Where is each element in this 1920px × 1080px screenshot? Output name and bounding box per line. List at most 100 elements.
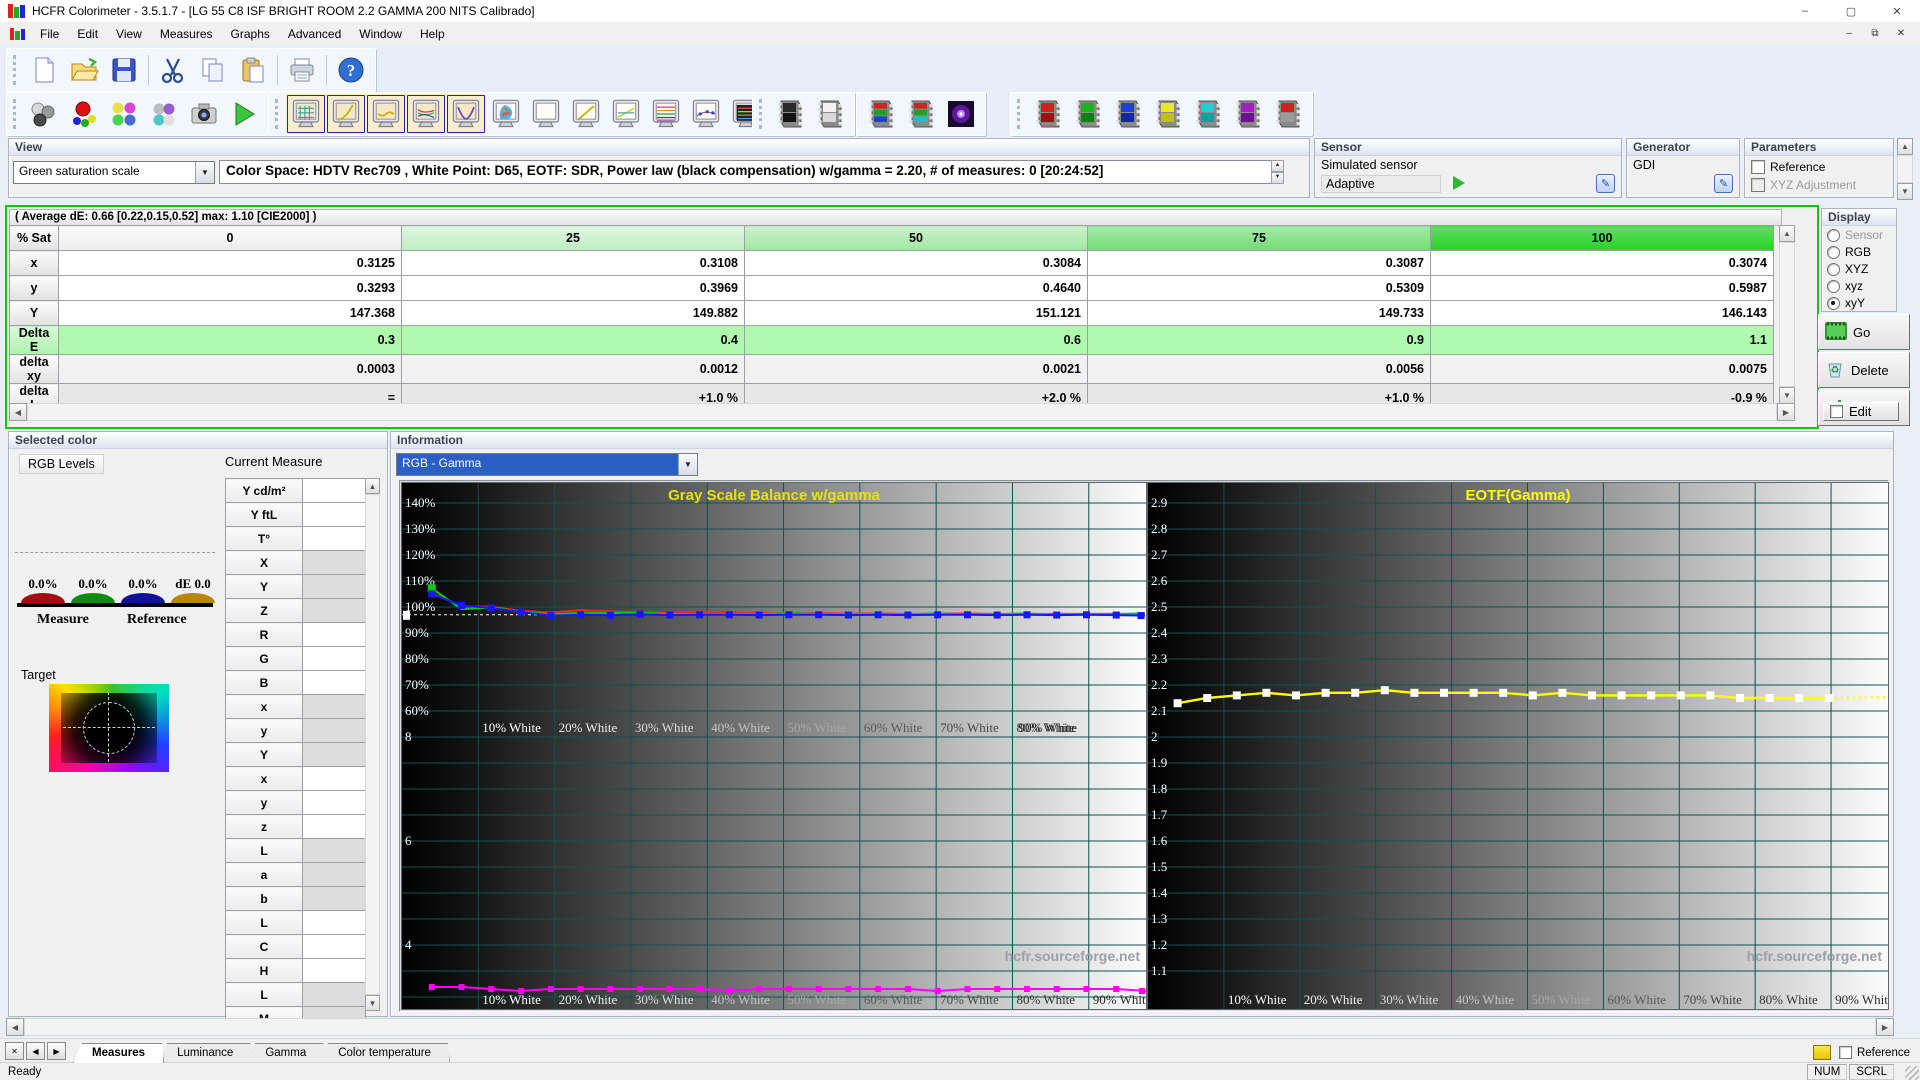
- reference-toggle-row[interactable]: Reference: [1839, 1046, 1910, 1059]
- rgb-pattern-alt-icon[interactable]: [901, 94, 941, 134]
- radio-xyz[interactable]: [1827, 263, 1840, 276]
- rainbow-lines-view-icon[interactable]: [646, 94, 686, 134]
- menu-measures[interactable]: Measures: [151, 23, 222, 45]
- tab-nav-button-2[interactable]: ▶: [47, 1042, 66, 1060]
- nearblack-curve-view-icon[interactable]: [366, 94, 406, 134]
- rgb-pattern-icon[interactable]: [861, 94, 901, 134]
- minimize-button[interactable]: –: [1782, 0, 1828, 22]
- paste-icon[interactable]: [233, 50, 273, 90]
- mdi-restore-button[interactable]: ⧉: [1862, 25, 1888, 43]
- mdi-close-button[interactable]: ✕: [1888, 25, 1914, 43]
- measure-points-view-icon[interactable]: [686, 94, 726, 134]
- multi-lines-view-icon[interactable]: [606, 94, 646, 134]
- multi-pattern-icon[interactable]: [1268, 94, 1308, 134]
- radio-xyy[interactable]: [1827, 297, 1840, 310]
- table-vscrollbar[interactable]: ▲ ▼: [1779, 225, 1795, 400]
- reference-checkbox[interactable]: [1751, 160, 1765, 174]
- grid-view-icon[interactable]: [286, 94, 326, 134]
- tab-measures[interactable]: Measures: [73, 1043, 164, 1063]
- maximize-button[interactable]: ▢: [1828, 0, 1874, 22]
- saturations-measure-icon[interactable]: [104, 94, 144, 134]
- table-hscrollbar[interactable]: ◀ ▶: [9, 403, 1795, 419]
- menu-help[interactable]: Help: [411, 23, 454, 45]
- close-button[interactable]: ✕: [1874, 0, 1920, 22]
- print-icon[interactable]: [282, 50, 322, 90]
- gamma-line-view-icon[interactable]: [566, 94, 606, 134]
- menu-file[interactable]: File: [31, 23, 68, 45]
- view-preset-combo[interactable]: Green saturation scale ▼: [13, 161, 215, 184]
- mdi-minimize-button[interactable]: –: [1836, 25, 1862, 43]
- continuous-measure-icon[interactable]: [144, 94, 184, 134]
- sensor-run-icon[interactable]: [1453, 176, 1465, 190]
- display-option-xyz[interactable]: xyz: [1827, 279, 1883, 293]
- sensor-edit-icon[interactable]: ✎: [1596, 174, 1615, 193]
- target-color-swatch[interactable]: [49, 684, 169, 772]
- radio-xyz[interactable]: [1827, 280, 1840, 293]
- reference-checkbox-row[interactable]: Reference: [1751, 160, 1825, 174]
- menu-advanced[interactable]: Advanced: [279, 23, 350, 45]
- delete-button[interactable]: ♻Delete: [1818, 352, 1910, 388]
- display-option-rgb[interactable]: RGB: [1827, 245, 1883, 259]
- info-spinner[interactable]: ▲▼: [1271, 160, 1284, 184]
- toolbar-grip[interactable]: [1017, 99, 1023, 128]
- toolbar-grip[interactable]: [759, 99, 765, 128]
- toolbar-grip[interactable]: [13, 55, 19, 84]
- tab-gamma[interactable]: Gamma: [246, 1043, 325, 1063]
- blank-view-icon[interactable]: [526, 94, 566, 134]
- display-option-xyz[interactable]: XYZ: [1827, 262, 1883, 276]
- menu-view[interactable]: View: [107, 23, 151, 45]
- run-measure-icon[interactable]: [224, 94, 264, 134]
- display-option-xyy[interactable]: xyY: [1827, 296, 1883, 310]
- luminance-curve-view-icon[interactable]: [446, 94, 486, 134]
- edit-toggle[interactable]: Edit: [1823, 402, 1899, 421]
- sensor-mode[interactable]: Adaptive: [1321, 175, 1441, 193]
- current-measure-scrollbar[interactable]: ▲ ▼: [365, 478, 380, 1007]
- tab-nav-button-1[interactable]: ◀: [26, 1042, 45, 1060]
- reference-toggle-checkbox[interactable]: [1839, 1046, 1852, 1059]
- radio-rgb[interactable]: [1827, 246, 1840, 259]
- rgb-levels-view-icon[interactable]: [406, 94, 446, 134]
- red-pattern-icon[interactable]: [1028, 94, 1068, 134]
- blue-pattern-icon[interactable]: [1108, 94, 1148, 134]
- tab-color-temperature[interactable]: Color temperature: [319, 1043, 450, 1063]
- cm-row-label: Y: [226, 743, 303, 767]
- edit-checkbox[interactable]: [1830, 405, 1843, 418]
- menu-bar: FileEditViewMeasuresGraphsAdvancedWindow…: [0, 22, 1920, 45]
- go-button[interactable]: Go: [1818, 314, 1910, 350]
- primary-red-measure-icon[interactable]: [64, 94, 104, 134]
- yellow-pattern-icon[interactable]: [1148, 94, 1188, 134]
- menu-edit[interactable]: Edit: [68, 23, 107, 45]
- save-icon[interactable]: [104, 50, 144, 90]
- toolbar-grip[interactable]: [13, 99, 19, 128]
- snapshot-camera-icon[interactable]: [184, 94, 224, 134]
- menu-graphs[interactable]: Graphs: [222, 23, 279, 45]
- table-cell: 0.4640: [745, 276, 1088, 301]
- filmstrip-go-icon: [1825, 322, 1847, 343]
- gamma-curve-view-icon[interactable]: [326, 94, 366, 134]
- green-pattern-icon[interactable]: [1068, 94, 1108, 134]
- resize-grip[interactable]: [1905, 1066, 1919, 1080]
- toolbar-grip[interactable]: [275, 99, 281, 128]
- combo-arrow-icon[interactable]: ▼: [195, 162, 214, 183]
- magenta-pattern-icon[interactable]: [1228, 94, 1268, 134]
- galaxy-pattern-icon[interactable]: [941, 94, 981, 134]
- tab-luminance[interactable]: Luminance: [158, 1043, 252, 1063]
- cie-gamut-view-icon[interactable]: [486, 94, 526, 134]
- menu-window[interactable]: Window: [350, 23, 411, 45]
- new-file-icon[interactable]: [24, 50, 64, 90]
- cm-row-value: [303, 575, 366, 599]
- help-icon[interactable]: ?: [331, 50, 371, 90]
- graph-select-combo[interactable]: RGB - Gamma ▼: [396, 453, 698, 476]
- tab-nav-button-0[interactable]: ✕: [5, 1042, 24, 1060]
- cut-icon[interactable]: [153, 50, 193, 90]
- generator-edit-icon[interactable]: ✎: [1714, 174, 1733, 193]
- main-hscrollbar[interactable]: ◀ ▶: [6, 1018, 1894, 1034]
- cyan-pattern-icon[interactable]: [1188, 94, 1228, 134]
- white-pattern-icon[interactable]: [810, 94, 850, 134]
- header-scrollbar[interactable]: ▲ ▼: [1897, 138, 1913, 196]
- grayscale-measure-icon[interactable]: [24, 94, 64, 134]
- combo-arrow-icon[interactable]: ▼: [678, 454, 697, 475]
- open-folder-icon[interactable]: [64, 50, 104, 90]
- copy-icon[interactable]: [193, 50, 233, 90]
- black-pattern-icon[interactable]: [770, 94, 810, 134]
